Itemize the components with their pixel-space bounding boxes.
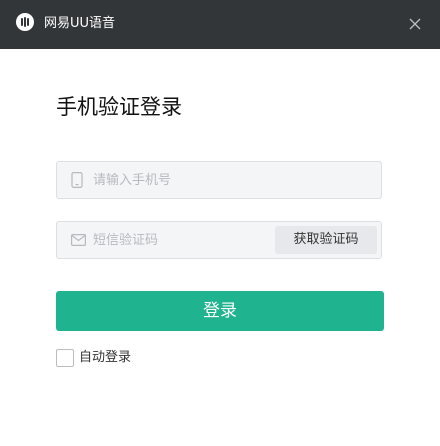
close-icon [409, 18, 421, 30]
envelope-icon [71, 234, 86, 246]
sms-code-input[interactable] [93, 222, 293, 258]
login-button[interactable]: 登录 [56, 291, 384, 331]
get-code-button[interactable]: 获取验证码 [275, 226, 377, 254]
mobile-phone-icon [71, 172, 83, 188]
uu-logo-icon [16, 13, 34, 31]
title-bar[interactable]: 网易UU语音 [0, 0, 440, 49]
page-title: 手机验证登录 [56, 95, 182, 119]
phone-input[interactable] [93, 162, 293, 198]
login-window: 网易UU语音 手机验证登录 获取验证码 登录 自动登录 [0, 0, 440, 446]
auto-login-checkbox[interactable] [56, 349, 74, 367]
close-button[interactable] [400, 10, 430, 40]
app-title: 网易UU语音 [44, 16, 116, 31]
sms-code-field: 获取验证码 [56, 221, 382, 259]
phone-field [56, 161, 382, 199]
auto-login-label: 自动登录 [79, 350, 132, 365]
